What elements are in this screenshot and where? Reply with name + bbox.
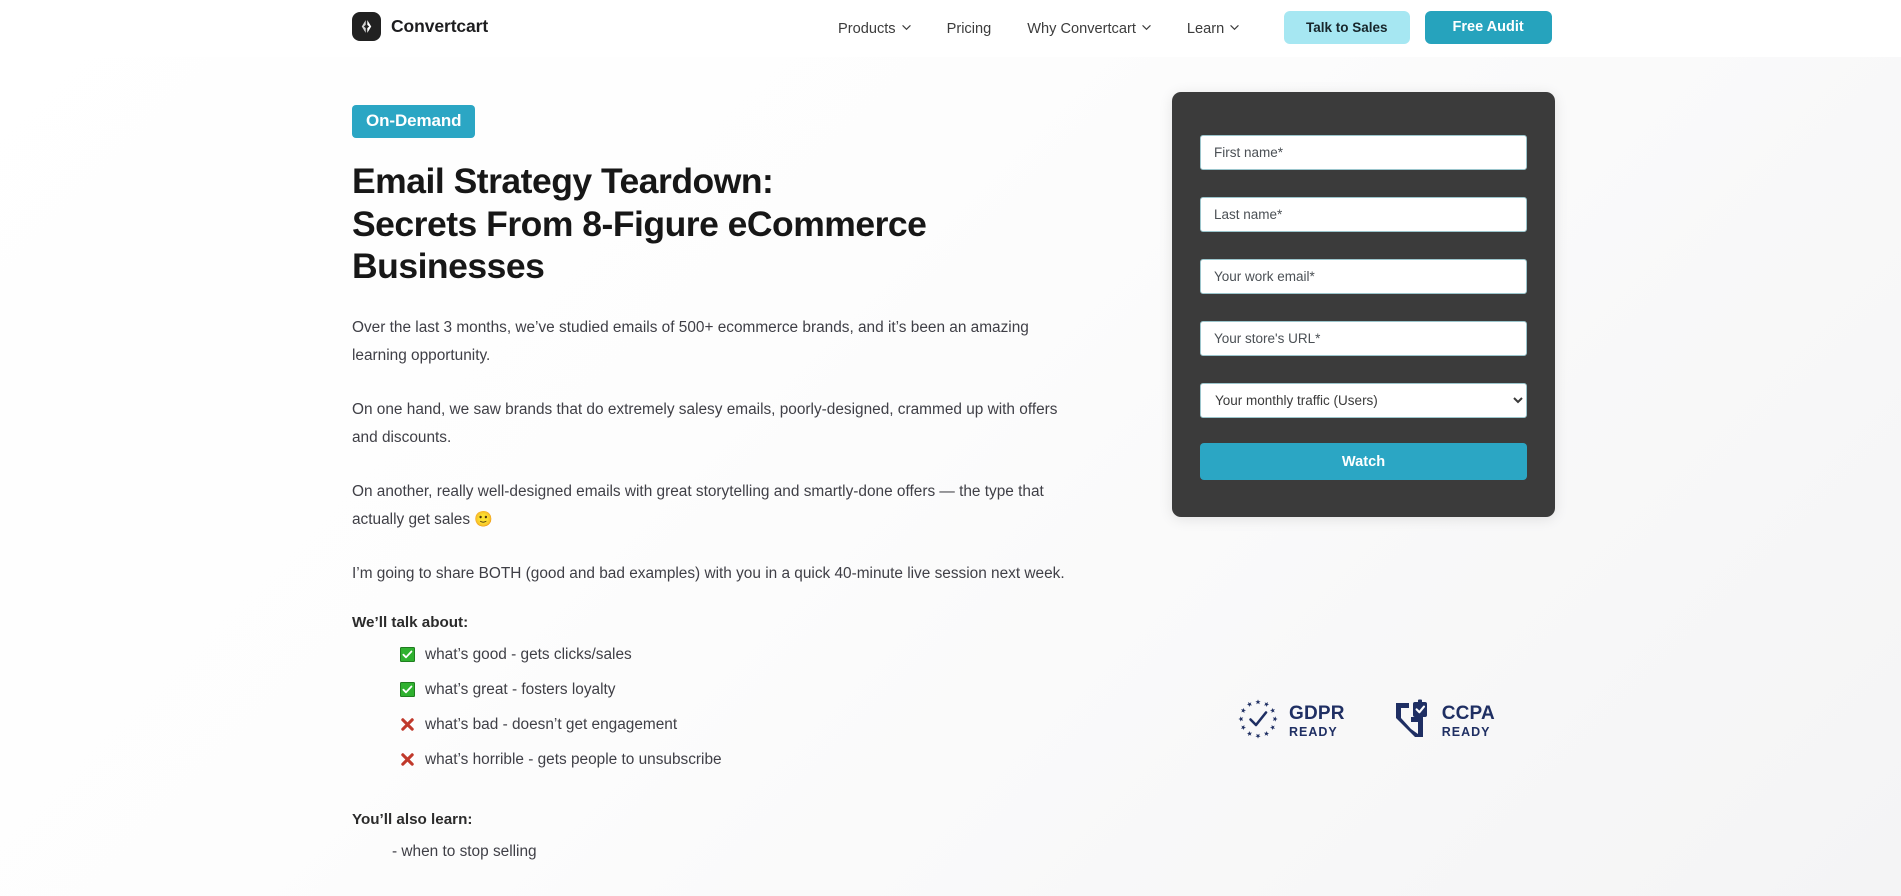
check-mark-button-icon [400,647,415,662]
main-nav: Products Pricing Why Convertcart Learn [820,0,1257,57]
list-item: what’s great - fosters loyalty [400,680,1082,715]
nav-label-pricing: Pricing [946,20,992,37]
gdpr-title: GDPR [1289,703,1345,725]
site-header: Convertcart Products Pricing Why Convert… [0,0,1901,57]
hero-paragraph-4: I’m going to share BOTH (good and bad ex… [352,564,1065,582]
brand-name: Convertcart [391,16,489,36]
ccpa-badge-text: CCPA READY [1442,704,1495,739]
chevron-down-icon [1230,23,1239,32]
status-badge: On-Demand [352,105,476,138]
check-mark-button-icon [400,682,415,697]
talk-to-sales-button[interactable]: Talk to Sales [1284,11,1410,44]
page-title: Email Strategy Teardown: Secrets From 8-… [352,160,1082,288]
list-item: - when to stop selling [392,842,537,860]
ccpa-title: CCPA [1441,703,1495,725]
hero-paragraph-2: On one hand, we saw brands that do extre… [352,400,1058,446]
nav-item-learn[interactable]: Learn [1169,21,1257,37]
nav-label-products: Products [838,20,896,37]
list-item: what’s horrible - gets people to unsubsc… [400,750,1082,785]
headline-line-1: Email Strategy Teardown: [352,161,774,201]
gdpr-subtitle: READY [1289,725,1338,740]
hero-column: On-Demand Email Strategy Teardown: Secre… [352,105,1082,862]
chevron-down-icon [901,23,911,32]
store-url-input[interactable] [1200,321,1527,356]
ccpa-badge: CCPA READY [1391,698,1495,745]
cross-mark-icon [400,752,415,767]
headline-line-3: Businesses [352,246,545,286]
nav-item-products[interactable]: Products [820,21,929,37]
gdpr-eu-stars-check-icon [1236,697,1280,746]
hero-paragraph-1: Over the last 3 months, we’ve studied em… [352,318,1029,364]
list-item-label: what’s bad - doesn’t get engagement [425,715,678,733]
list-item: what’s bad - doesn’t get engagement [400,715,1082,750]
gdpr-badge: GDPR READY [1236,697,1345,746]
headline-line-2: Secrets From 8-Figure eCommerce [352,203,927,244]
cross-mark-icon [400,717,415,732]
nav-item-pricing[interactable]: Pricing [929,21,1010,37]
list-item-label: what’s great - fosters loyalty [425,680,616,698]
watch-submit-button[interactable]: Watch [1200,443,1527,480]
work-email-input[interactable] [1200,259,1527,294]
hero-paragraph-3-text: On another, really well-designed emails … [352,482,1044,528]
convertcart-logo-icon [352,12,381,41]
brand-logo[interactable]: Convertcart [352,12,488,41]
first-name-input[interactable] [1200,135,1527,170]
list-item: what’s good - gets clicks/sales [400,645,1082,680]
talk-about-heading: We’ll talk about: [352,613,469,631]
compliance-badges: GDPR READY CCPA READY [1236,697,1495,746]
slightly-smiling-face-icon: 🙂 [474,510,494,528]
free-audit-button[interactable]: Free Audit [1424,11,1552,44]
gdpr-badge-text: GDPR READY [1289,704,1345,739]
nav-label-why-convertcart: Why Convertcart [1027,20,1136,37]
ccpa-california-shield-icon [1391,698,1433,745]
signup-form: Your monthly traffic (Users) Watch [1172,92,1555,517]
hero-paragraph-3: On another, really well-designed emails … [352,452,1072,534]
nav-label-learn: Learn [1186,20,1225,37]
chevron-down-icon [1142,23,1151,32]
talk-about-list: what’s good - gets clicks/sales what’s g… [352,631,1082,785]
also-learn-list: - when to stop selling [352,828,1082,862]
list-item-label: what’s horrible - gets people to unsubsc… [425,750,722,768]
list-item-label: what’s good - gets clicks/sales [425,645,632,663]
also-learn-heading: You’ll also learn: [352,810,473,828]
monthly-traffic-select[interactable]: Your monthly traffic (Users) [1200,383,1527,418]
last-name-input[interactable] [1200,197,1527,232]
header-cta-group: Talk to Sales Free Audit [1284,11,1552,44]
nav-item-why-convertcart[interactable]: Why Convertcart [1009,21,1169,37]
ccpa-subtitle: READY [1441,725,1491,740]
